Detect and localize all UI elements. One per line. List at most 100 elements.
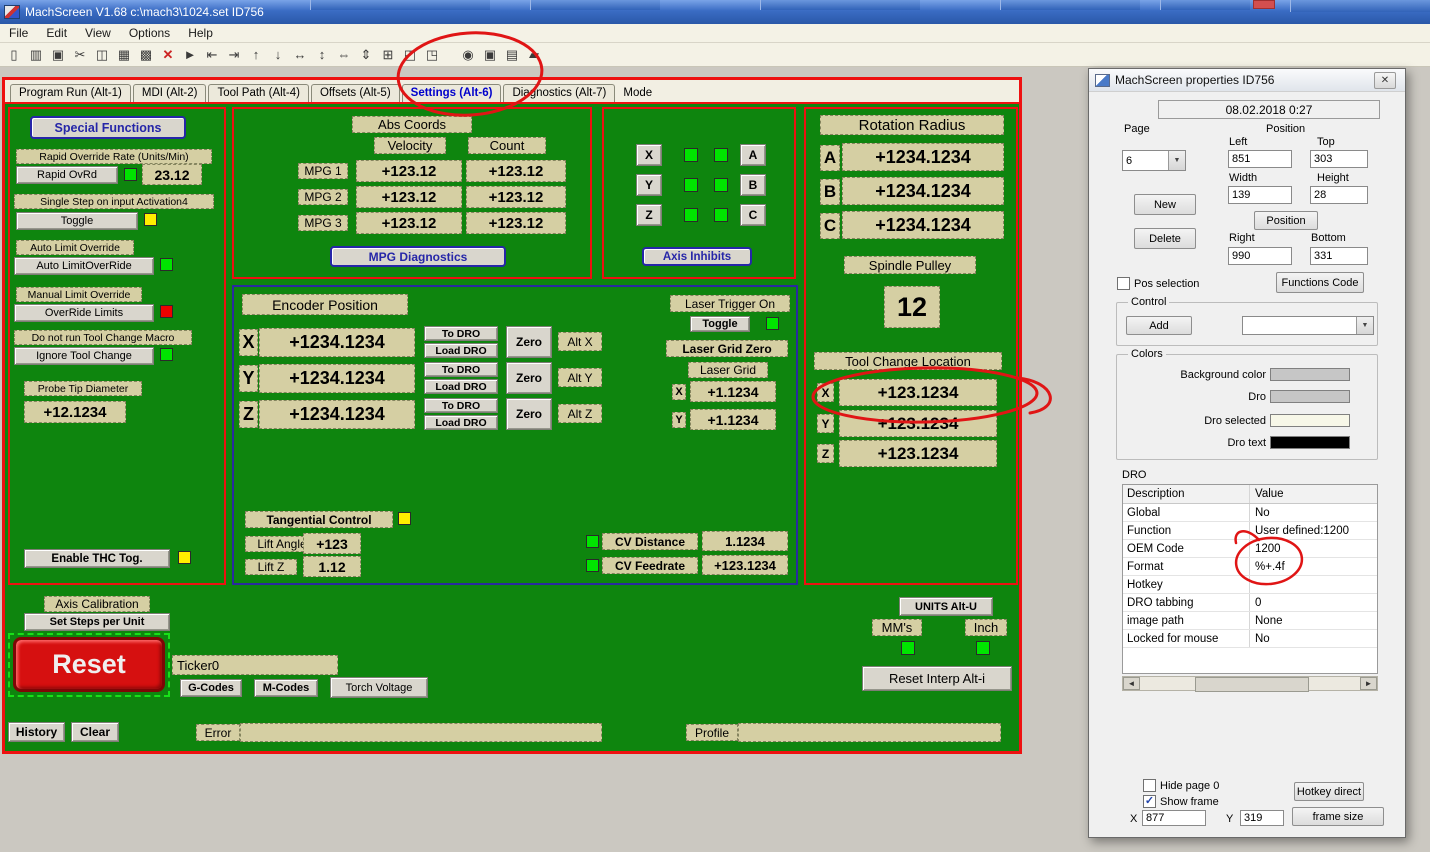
tab-mdi[interactable]: MDI (Alt-2) [132,84,207,102]
duplicate-icon[interactable]: ▩ [136,45,156,65]
background-color-swatch[interactable] [1270,368,1350,381]
copy-icon[interactable]: ◫ [92,45,112,65]
functions-code-button[interactable]: Functions Code [1276,272,1364,293]
probe-tip-diameter-dro[interactable]: +12.1234 [24,401,126,423]
axis-inhibits-button[interactable]: Axis Inhibits [642,247,752,266]
special-functions-button[interactable]: Special Functions [30,116,186,139]
height-field[interactable]: 28 [1310,186,1368,204]
inhibit-b-button[interactable]: B [740,174,766,196]
pointer-icon[interactable]: ► [180,45,200,65]
tab-diagnostics[interactable]: Diagnostics (Alt-7) [503,84,616,102]
table-row[interactable]: image path None [1123,612,1377,630]
units-button[interactable]: UNITS Alt-U [899,597,993,616]
align-left-icon[interactable]: ⇤ [202,45,222,65]
tab-program-run[interactable]: Program Run (Alt-1) [10,84,131,102]
left-field[interactable]: 851 [1228,150,1292,168]
cv-feedrate-dro[interactable]: +123.1234 [702,555,788,575]
encoder-z-load-dro-button[interactable]: Load DRO [424,415,498,430]
bottom-field[interactable]: 331 [1310,247,1368,265]
ignore-tool-change-button[interactable]: Ignore Tool Change [14,347,154,365]
lift-angle-dro[interactable]: +123 [303,533,361,554]
table-row[interactable]: DRO tabbing 0 [1123,594,1377,612]
dro-selected-color-swatch[interactable] [1270,414,1350,427]
center-vertical-icon[interactable]: ↕ [312,45,332,65]
tool-change-z-dro[interactable]: +123.1234 [839,440,997,467]
tab-offsets[interactable]: Offsets (Alt-5) [310,84,400,102]
laser-y-dro[interactable]: +1.1234 [690,409,776,430]
encoder-x-to-dro-button[interactable]: To DRO [424,326,498,341]
save-icon[interactable]: ▣ [48,45,68,65]
encoder-x-dro[interactable]: +1234.1234 [259,328,415,357]
hide-page-checkbox[interactable] [1143,779,1156,792]
delete-icon[interactable]: ✕ [158,45,178,65]
single-step-toggle-button[interactable]: Toggle [16,212,138,230]
history-button[interactable]: History [8,722,65,742]
inhibit-a-button[interactable]: A [740,144,766,166]
enable-thc-button[interactable]: Enable THC Tog. [24,549,170,568]
encoder-z-dro[interactable]: +1234.1234 [259,400,415,429]
tab-settings[interactable]: Settings (Alt-6) [401,84,502,102]
tool-change-x-dro[interactable]: +123.1234 [839,379,997,406]
inhibit-x-button[interactable]: X [636,144,662,166]
gcodes-button[interactable]: G-Codes [180,679,242,697]
encoder-y-to-dro-button[interactable]: To DRO [424,362,498,377]
same-height-icon[interactable]: ⇕ [356,45,376,65]
encoder-z-zero-button[interactable]: Zero [506,398,552,430]
position-button[interactable]: Position [1254,211,1318,230]
align-top-icon[interactable]: ↑ [246,45,266,65]
lift-z-dro[interactable]: 1.12 [303,556,361,577]
table-row[interactable]: Hotkey [1123,576,1377,594]
auto-limit-override-button[interactable]: Auto LimitOverRide [14,257,154,275]
dialog-y-field[interactable]: 319 [1240,810,1284,826]
tab-tool-path[interactable]: Tool Path (Alt-4) [208,84,309,102]
torch-voltage-button[interactable]: Torch Voltage [330,677,428,698]
scroll-right-icon[interactable]: ► [1360,677,1377,690]
inhibit-z-button[interactable]: Z [636,204,662,226]
scrollbar-track[interactable] [1140,677,1360,692]
show-frame-checkbox[interactable]: ✓ [1143,795,1156,808]
table-row[interactable]: Global No [1123,504,1377,522]
top-field[interactable]: 303 [1310,150,1368,168]
reset-interp-button[interactable]: Reset Interp Alt-i [862,666,1012,691]
table-row[interactable]: Function User defined:1200 [1123,522,1377,540]
grid-icon[interactable]: ⊞ [378,45,398,65]
rotation-c-dro[interactable]: +1234.1234 [842,211,1004,239]
mpg1-count-dro[interactable]: +123.12 [466,160,566,182]
refresh-icon[interactable]: ◉ [458,45,478,65]
table-row[interactable]: Format %+.4f [1123,558,1377,576]
add-button[interactable]: Add [1126,316,1192,335]
inhibit-y-button[interactable]: Y [636,174,662,196]
inhibit-c-button[interactable]: C [740,204,766,226]
chart-icon[interactable]: ▰ [524,45,544,65]
dro-color-swatch[interactable] [1270,390,1350,403]
to-back-icon[interactable]: ◳ [422,45,442,65]
menu-file[interactable]: File [0,24,37,42]
rapid-ovrd-dro[interactable]: 23.12 [142,164,202,185]
description-column-header[interactable]: Description [1123,485,1250,503]
mpg3-count-dro[interactable]: +123.12 [466,212,566,234]
paste-icon[interactable]: ▦ [114,45,134,65]
reset-button[interactable]: Reset [13,637,165,692]
dialog-close-button[interactable]: ✕ [1374,72,1396,89]
spindle-pulley-dro[interactable]: 12 [884,286,940,328]
new-icon[interactable]: ▯ [4,45,24,65]
encoder-y-dro[interactable]: +1234.1234 [259,364,415,393]
dialog-x-field[interactable]: 877 [1142,810,1206,826]
table-horizontal-scrollbar[interactable]: ◄ ► [1122,676,1378,692]
encoder-x-load-dro-button[interactable]: Load DRO [424,343,498,358]
dro-text-color-swatch[interactable] [1270,436,1350,449]
cut-icon[interactable]: ✂ [70,45,90,65]
set-steps-per-unit-button[interactable]: Set Steps per Unit [24,613,170,631]
open-icon[interactable]: ▥ [26,45,46,65]
hotkey-direct-button[interactable]: Hotkey direct [1294,782,1364,801]
mpg2-count-dro[interactable]: +123.12 [466,186,566,208]
menu-view[interactable]: View [76,24,120,42]
page-select[interactable]: 6 ▼ [1122,150,1186,171]
override-limits-button[interactable]: OverRide Limits [14,304,154,322]
table-row[interactable]: Locked for mouse No [1123,630,1377,648]
delete-button[interactable]: Delete [1134,228,1196,249]
mcodes-button[interactable]: M-Codes [254,679,318,697]
laser-toggle-button[interactable]: Toggle [690,316,750,332]
pos-selection-checkbox[interactable] [1117,277,1130,290]
screen-icon[interactable]: ▣ [480,45,500,65]
